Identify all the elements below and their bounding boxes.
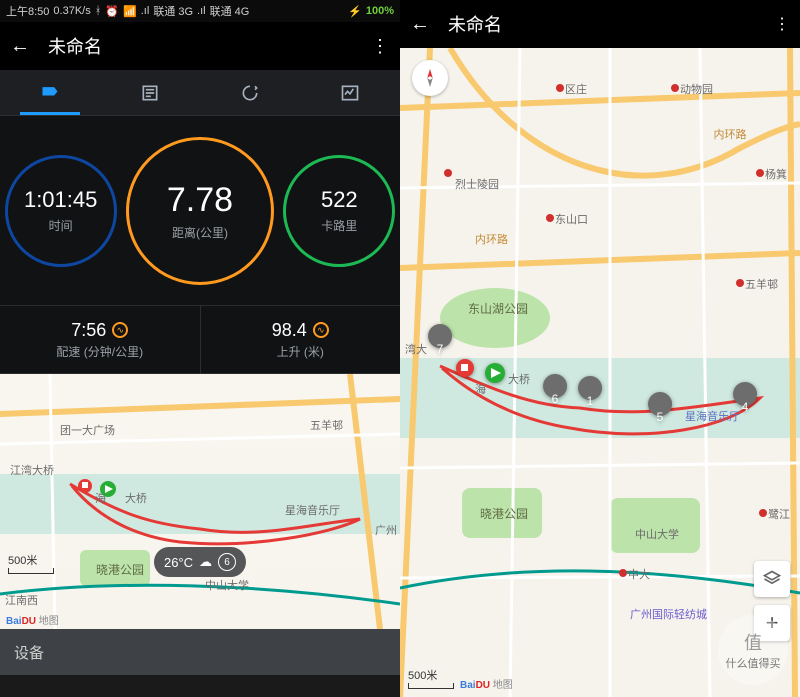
svg-text:江湾大桥: 江湾大桥 (10, 463, 54, 477)
alarm-icon: ⏰ (105, 5, 119, 18)
tab-laps[interactable] (200, 70, 300, 115)
battery-pct: 100% (366, 5, 394, 17)
svg-text:中山大学: 中山大学 (205, 578, 249, 592)
status-time: 上午8:50 (6, 3, 49, 19)
header-right: ← 未命名 ⋮ (400, 0, 800, 48)
svg-text:东山口: 东山口 (555, 213, 588, 226)
watermark: 值 什么值得买 (718, 615, 788, 685)
svg-text:内环路: 内环路 (714, 127, 747, 141)
wifi-icon: 📶 (123, 5, 137, 18)
svg-text:五羊邨: 五羊邨 (745, 277, 778, 291)
duration-label: 时间 (49, 217, 73, 234)
stat-pace[interactable]: 7:56 ∿ 配速 (分钟/公里) (0, 306, 200, 373)
layers-button[interactable] (754, 561, 790, 597)
svg-text:6: 6 (552, 392, 559, 406)
svg-text:晓港公园: 晓港公园 (480, 507, 528, 521)
map-small-svg: 团一大广场 五羊邨 江湾大桥 海 大桥 晓港公园 中山大学 星海音乐厅 广州 江… (0, 374, 400, 629)
bolt-icon: ⚡ (348, 5, 362, 18)
svg-text:广州国际轻纺城: 广州国际轻纺城 (630, 607, 707, 621)
svg-text:五羊邨: 五羊邨 (310, 418, 343, 432)
svg-text:江南西: 江南西 (5, 594, 38, 607)
page-title: 未命名 (48, 33, 370, 59)
page-title-right: 未命名 (448, 11, 774, 37)
elev-label: 上升 (米) (277, 343, 324, 360)
header-left: ← 未命名 ⋮ (0, 22, 400, 70)
svg-text:杨箕: 杨箕 (765, 167, 787, 181)
pace-value: 7:56 (71, 320, 106, 341)
svg-text:海: 海 (475, 382, 486, 396)
scale-small: 500米 (8, 552, 54, 574)
left-pane: 上午8:50 0.37K/s ᚼ ⏰ 📶 .ıl 联通 3G .ıl 联通 4G… (0, 0, 400, 697)
svg-text:区庄: 区庄 (565, 82, 587, 96)
elev-value: 98.4 (272, 320, 307, 341)
signal-icon-2: .ıl (197, 5, 206, 17)
tab-details[interactable] (100, 70, 200, 115)
svg-text:团一大广场: 团一大广场 (60, 423, 115, 437)
svg-text:海: 海 (95, 491, 106, 505)
weather-day: 6 (218, 553, 236, 571)
km-marker-7: 7 (428, 324, 452, 362)
baidu-logo-large: BaiDU 地图 (460, 676, 513, 691)
svg-text:大桥: 大桥 (508, 372, 530, 386)
dial-distance[interactable]: 7.78 距离(公里) (126, 137, 274, 285)
svg-text:东山湖公园: 东山湖公园 (468, 301, 528, 316)
compass-icon (419, 67, 441, 89)
svg-text:中大: 中大 (628, 567, 650, 581)
map-large-svg: 7 6 1 5 4 区庄 动物园 烈士陵园 东山口 内环路 内环路 杨箕 五羊邨… (400, 48, 800, 697)
layers-icon (762, 569, 782, 589)
elev-icon: ∿ (313, 322, 329, 338)
carrier-1: 联通 3G (153, 3, 193, 19)
bt-icon: ᚼ (95, 5, 102, 17)
svg-text:动物园: 动物园 (680, 82, 713, 96)
svg-text:1: 1 (587, 394, 594, 408)
pace-icon: ∿ (112, 322, 128, 338)
svg-text:湾大: 湾大 (405, 342, 427, 356)
svg-text:星海音乐厅: 星海音乐厅 (285, 503, 340, 517)
scale-large: 500米 (408, 667, 454, 689)
pace-label: 配速 (分钟/公里) (56, 343, 143, 360)
right-pane: ← 未命名 ⋮ (400, 0, 800, 697)
calories-label: 卡路里 (321, 217, 357, 234)
svg-text:晓港公园: 晓港公园 (96, 563, 144, 577)
svg-text:烈士陵园: 烈士陵园 (455, 177, 499, 191)
map-small[interactable]: 团一大广场 五羊邨 江湾大桥 海 大桥 晓港公园 中山大学 星海音乐厅 广州 江… (0, 374, 400, 629)
weather-pill[interactable]: 26°C ☁ 6 (154, 547, 246, 577)
compass-button[interactable] (412, 60, 448, 96)
svg-text:7: 7 (437, 342, 444, 356)
baidu-logo-small: BaiDU 地图 (6, 612, 59, 627)
weather-temp: 26°C (164, 555, 193, 570)
cloud-icon: ☁ (199, 554, 212, 570)
calories-value: 522 (321, 187, 358, 213)
dial-calories[interactable]: 522 卡路里 (283, 155, 395, 267)
footer-device[interactable]: 设备 (0, 629, 400, 675)
tab-summary[interactable] (0, 70, 100, 115)
dial-duration[interactable]: 1:01:45 时间 (5, 155, 117, 267)
more-icon-right[interactable]: ⋮ (774, 14, 790, 34)
svg-text:内环路: 内环路 (475, 232, 508, 246)
svg-text:鹭江: 鹭江 (768, 507, 790, 521)
signal-icon: .ıl (141, 5, 150, 17)
distance-value: 7.78 (167, 181, 233, 220)
dials: 1:01:45 时间 7.78 距离(公里) 522 卡路里 (0, 116, 400, 306)
svg-text:星海音乐厅: 星海音乐厅 (685, 409, 740, 423)
carrier-2: 联通 4G (210, 3, 250, 19)
svg-text:中山大学: 中山大学 (635, 527, 679, 541)
svg-text:大桥: 大桥 (125, 491, 147, 505)
svg-text:5: 5 (657, 410, 664, 424)
duration-value: 1:01:45 (24, 187, 97, 213)
tabs (0, 70, 400, 116)
back-icon-right[interactable]: ← (410, 13, 430, 36)
svg-text:广州: 广州 (375, 524, 397, 537)
distance-label: 距离(公里) (172, 224, 228, 241)
more-icon[interactable]: ⋮ (370, 43, 390, 49)
tab-charts[interactable] (300, 70, 400, 115)
status-net: 0.37K/s (53, 5, 90, 17)
svg-text:4: 4 (742, 400, 749, 414)
status-bar: 上午8:50 0.37K/s ᚼ ⏰ 📶 .ıl 联通 3G .ıl 联通 4G… (0, 0, 400, 22)
map-large[interactable]: 7 6 1 5 4 区庄 动物园 烈士陵园 东山口 内环路 内环路 杨箕 五羊邨… (400, 48, 800, 697)
stat-elev[interactable]: 98.4 ∿ 上升 (米) (201, 306, 401, 373)
stats: 7:56 ∿ 配速 (分钟/公里) 98.4 ∿ 上升 (米) (0, 306, 400, 374)
back-icon[interactable]: ← (10, 35, 30, 58)
